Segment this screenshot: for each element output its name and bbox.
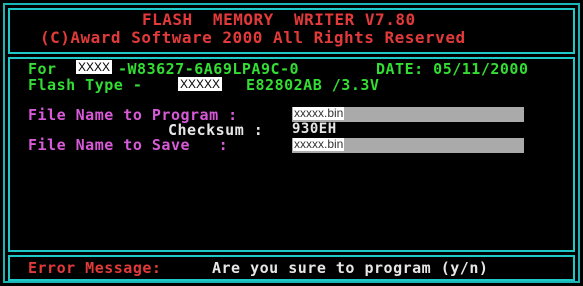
copyright-line: (C)Award Software 2000 All Rights Reserv… bbox=[40, 28, 466, 47]
confirm-prompt[interactable]: Are you sure to program (y/n) bbox=[212, 259, 488, 277]
board-mask: XXXX bbox=[76, 60, 113, 74]
flash-type-mask: XXXXX bbox=[178, 77, 223, 91]
program-file-value: xxxxx.bin bbox=[293, 106, 345, 120]
bios-date: DATE: 05/11/2000 bbox=[376, 60, 529, 78]
flash-type-label: Flash Type - bbox=[28, 76, 143, 94]
bios-flash-screen: FLASH MEMORY WRITER V7.80 (C)Award Softw… bbox=[0, 0, 583, 286]
save-file-value: xxxxx.bin bbox=[293, 137, 345, 151]
save-file-label: File Name to Save : bbox=[28, 136, 229, 154]
app-title: FLASH MEMORY WRITER V7.80 bbox=[142, 10, 416, 29]
error-message-label: Error Message: bbox=[28, 259, 162, 277]
flash-type-value: E82802AB /3.3V bbox=[246, 76, 380, 94]
checksum-value: 930EH bbox=[292, 121, 337, 137]
